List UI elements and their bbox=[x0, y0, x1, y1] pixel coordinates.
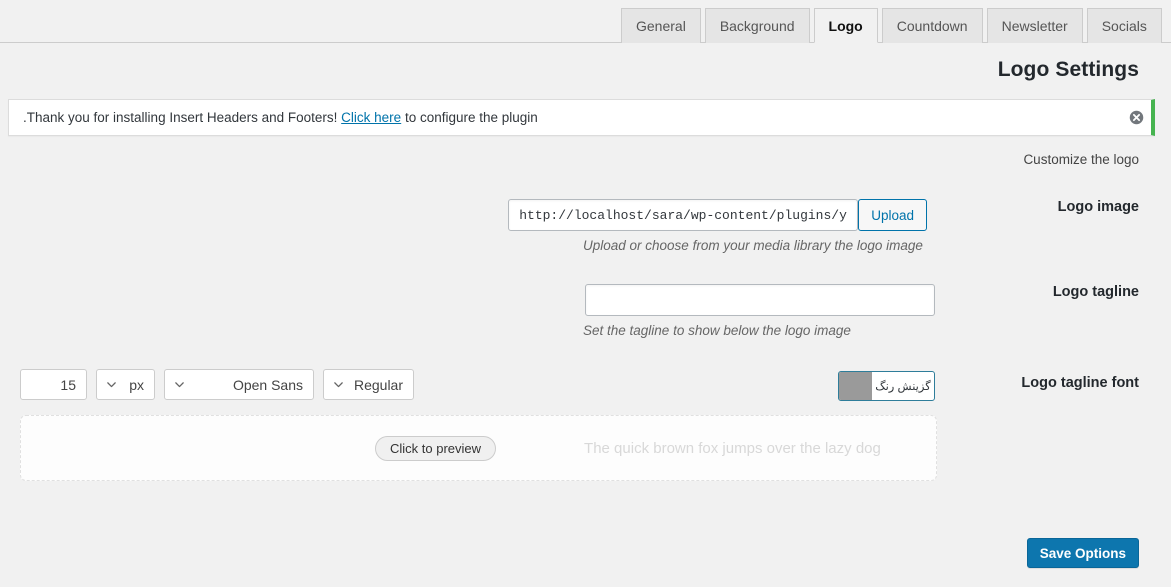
dismiss-circle-x-icon[interactable] bbox=[1121, 110, 1151, 125]
label-logo-image: Logo image bbox=[1057, 199, 1139, 215]
notice-text-after: to configure the plugin bbox=[401, 110, 538, 125]
font-controls: px Open Sans Regular bbox=[20, 369, 414, 400]
click-to-preview-button[interactable]: Click to preview bbox=[375, 435, 497, 461]
color-picker-label: گزینش رنگ bbox=[875, 381, 931, 393]
font-family-select[interactable]: Open Sans bbox=[164, 369, 314, 400]
font-size-input[interactable] bbox=[20, 369, 87, 400]
chevron-down-icon bbox=[105, 378, 118, 391]
plugin-notice: .Thank you for installing Insert Headers… bbox=[8, 99, 1155, 136]
tab-countdown[interactable]: Countdown bbox=[881, 8, 983, 43]
preview-sample-text: The quick brown fox jumps over the lazy … bbox=[584, 439, 881, 457]
notice-message: .Thank you for installing Insert Headers… bbox=[9, 110, 1121, 125]
color-picker-button[interactable]: گزینش رنگ bbox=[838, 371, 935, 401]
logo-tagline-hint: Set the tagline to show below the logo i… bbox=[583, 323, 851, 338]
font-unit-value: px bbox=[129, 376, 144, 393]
save-options-button[interactable]: Save Options bbox=[1026, 538, 1139, 568]
field-logo-tagline: Set the tagline to show below the logo i… bbox=[583, 284, 935, 338]
notice-text-before: .Thank you for installing Insert Headers… bbox=[23, 110, 342, 125]
font-weight-select[interactable]: Regular bbox=[323, 369, 414, 400]
tab-background[interactable]: Background bbox=[704, 8, 810, 43]
font-preview-box: Click to preview The quick brown fox jum… bbox=[20, 415, 937, 481]
logo-tagline-input[interactable] bbox=[585, 284, 935, 316]
tab-general[interactable]: General bbox=[621, 8, 701, 43]
tab-newsletter[interactable]: Newsletter bbox=[986, 8, 1083, 43]
font-weight-value: Regular bbox=[353, 376, 403, 393]
chevron-down-icon bbox=[173, 378, 186, 391]
font-family-value: Open Sans bbox=[232, 376, 303, 393]
tab-socials[interactable]: Socials bbox=[1086, 8, 1162, 43]
logo-image-url-input[interactable] bbox=[508, 199, 859, 231]
settings-tabs: Socials Newsletter Countdown Logo Backgr… bbox=[617, 8, 1162, 43]
field-logo-image: Upload Upload or choose from your media … bbox=[508, 199, 935, 253]
logo-image-hint: Upload or choose from your media library… bbox=[583, 238, 923, 253]
font-unit-select[interactable]: px bbox=[96, 369, 155, 400]
upload-button[interactable]: Upload bbox=[858, 199, 927, 231]
tab-bar: Socials Newsletter Countdown Logo Backgr… bbox=[0, 0, 1171, 43]
label-logo-tagline: Logo tagline bbox=[1052, 284, 1139, 300]
chevron-down-icon bbox=[332, 378, 345, 391]
color-swatch[interactable] bbox=[839, 372, 872, 400]
label-logo-tagline-font: Logo tagline font bbox=[1021, 375, 1139, 391]
page-title: Logo Settings bbox=[997, 58, 1139, 81]
page-subtitle: Customize the logo bbox=[1023, 152, 1139, 167]
notice-click-here-link[interactable]: Click here bbox=[341, 110, 401, 125]
tab-logo[interactable]: Logo bbox=[813, 8, 878, 43]
logo-image-upload-group: Upload bbox=[508, 199, 935, 231]
logo-settings-page: Socials Newsletter Countdown Logo Backgr… bbox=[0, 0, 1171, 587]
